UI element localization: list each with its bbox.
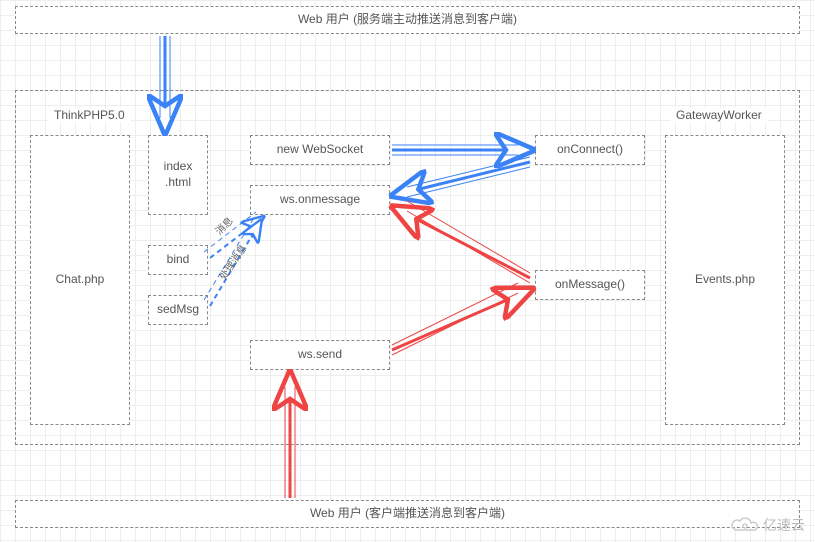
gatewayworker-title: GatewayWorker bbox=[670, 108, 768, 122]
ws-onmessage-label: ws.onmessage bbox=[280, 192, 360, 208]
web-user-server-push-label: Web 用户 (服务端主动推送消息到客户端) bbox=[298, 12, 517, 28]
ws-send-box: ws.send bbox=[250, 340, 390, 370]
bind-label: bind bbox=[167, 252, 190, 268]
onconnect-box: onConnect() bbox=[535, 135, 645, 165]
watermark-text: 亿速云 bbox=[763, 517, 805, 533]
index-html-label: index .html bbox=[164, 159, 193, 190]
ws-onmessage-box: ws.onmessage bbox=[250, 185, 390, 215]
ws-send-label: ws.send bbox=[298, 347, 342, 363]
chat-php-label: Chat.php bbox=[56, 272, 105, 288]
cloud-icon bbox=[731, 517, 759, 536]
index-html-box: index .html bbox=[148, 135, 208, 215]
sedmsg-label: sedMsg bbox=[157, 302, 199, 318]
thinkphp-title: ThinkPHP5.0 bbox=[48, 108, 131, 122]
web-user-client-push-label: Web 用户 (客户端推送消息到客户端) bbox=[310, 506, 505, 522]
onmessage-gw-label: onMessage() bbox=[555, 277, 625, 293]
watermark: 亿速云 bbox=[731, 515, 805, 536]
new-websocket-label: new WebSocket bbox=[277, 142, 364, 158]
events-php-label: Events.php bbox=[695, 272, 755, 288]
onmessage-gw-box: onMessage() bbox=[535, 270, 645, 300]
new-websocket-box: new WebSocket bbox=[250, 135, 390, 165]
events-php-box: Events.php bbox=[665, 135, 785, 425]
web-user-client-push: Web 用户 (客户端推送消息到客户端) bbox=[15, 500, 800, 528]
sedmsg-box: sedMsg bbox=[148, 295, 208, 325]
chat-php-box: Chat.php bbox=[30, 135, 130, 425]
web-user-server-push: Web 用户 (服务端主动推送消息到客户端) bbox=[15, 6, 800, 34]
bind-box: bind bbox=[148, 245, 208, 275]
onconnect-label: onConnect() bbox=[557, 142, 623, 158]
